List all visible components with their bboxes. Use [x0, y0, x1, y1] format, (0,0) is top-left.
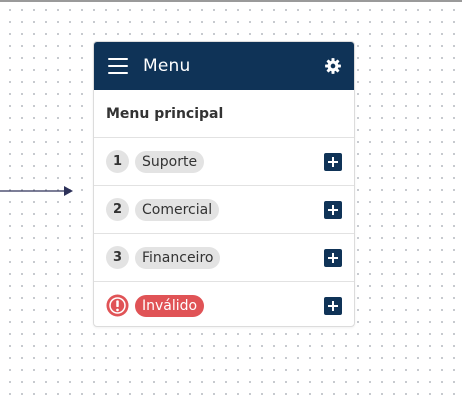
hamburger-menu-icon[interactable] [108, 58, 128, 74]
menu-item-row: 2 Comercial [94, 186, 354, 234]
gear-icon[interactable] [324, 57, 342, 75]
menu-item-row: 3 Financeiro [94, 234, 354, 282]
invalid-item-pill[interactable]: Inválido [135, 294, 205, 317]
add-button[interactable] [324, 248, 342, 267]
menu-item-row: 1 Suporte [94, 138, 354, 186]
menu-item-pill[interactable]: Comercial [135, 198, 220, 221]
exclamation-circle-icon [106, 294, 129, 317]
top-divider [0, 0, 462, 2]
menu-card: Menu Menu principal 1 Suporte 2 Comercia… [93, 41, 355, 327]
plus-icon [328, 204, 338, 215]
card-header: Menu [94, 42, 354, 90]
plus-icon [328, 300, 338, 311]
plus-icon [328, 252, 338, 263]
add-button[interactable] [324, 200, 342, 219]
add-button[interactable] [324, 296, 342, 315]
add-button[interactable] [324, 152, 342, 171]
plus-icon [328, 156, 338, 167]
arrow-right-icon [0, 186, 73, 196]
item-number-badge: 1 [106, 150, 129, 173]
menu-item-pill[interactable]: Financeiro [135, 246, 221, 269]
section-title: Menu principal [94, 90, 354, 138]
item-number-badge: 2 [106, 198, 129, 221]
invalid-item-row: Inválido [94, 282, 354, 326]
menu-item-pill[interactable]: Suporte [135, 150, 205, 173]
card-title: Menu [143, 56, 191, 76]
item-number-badge: 3 [106, 246, 129, 269]
